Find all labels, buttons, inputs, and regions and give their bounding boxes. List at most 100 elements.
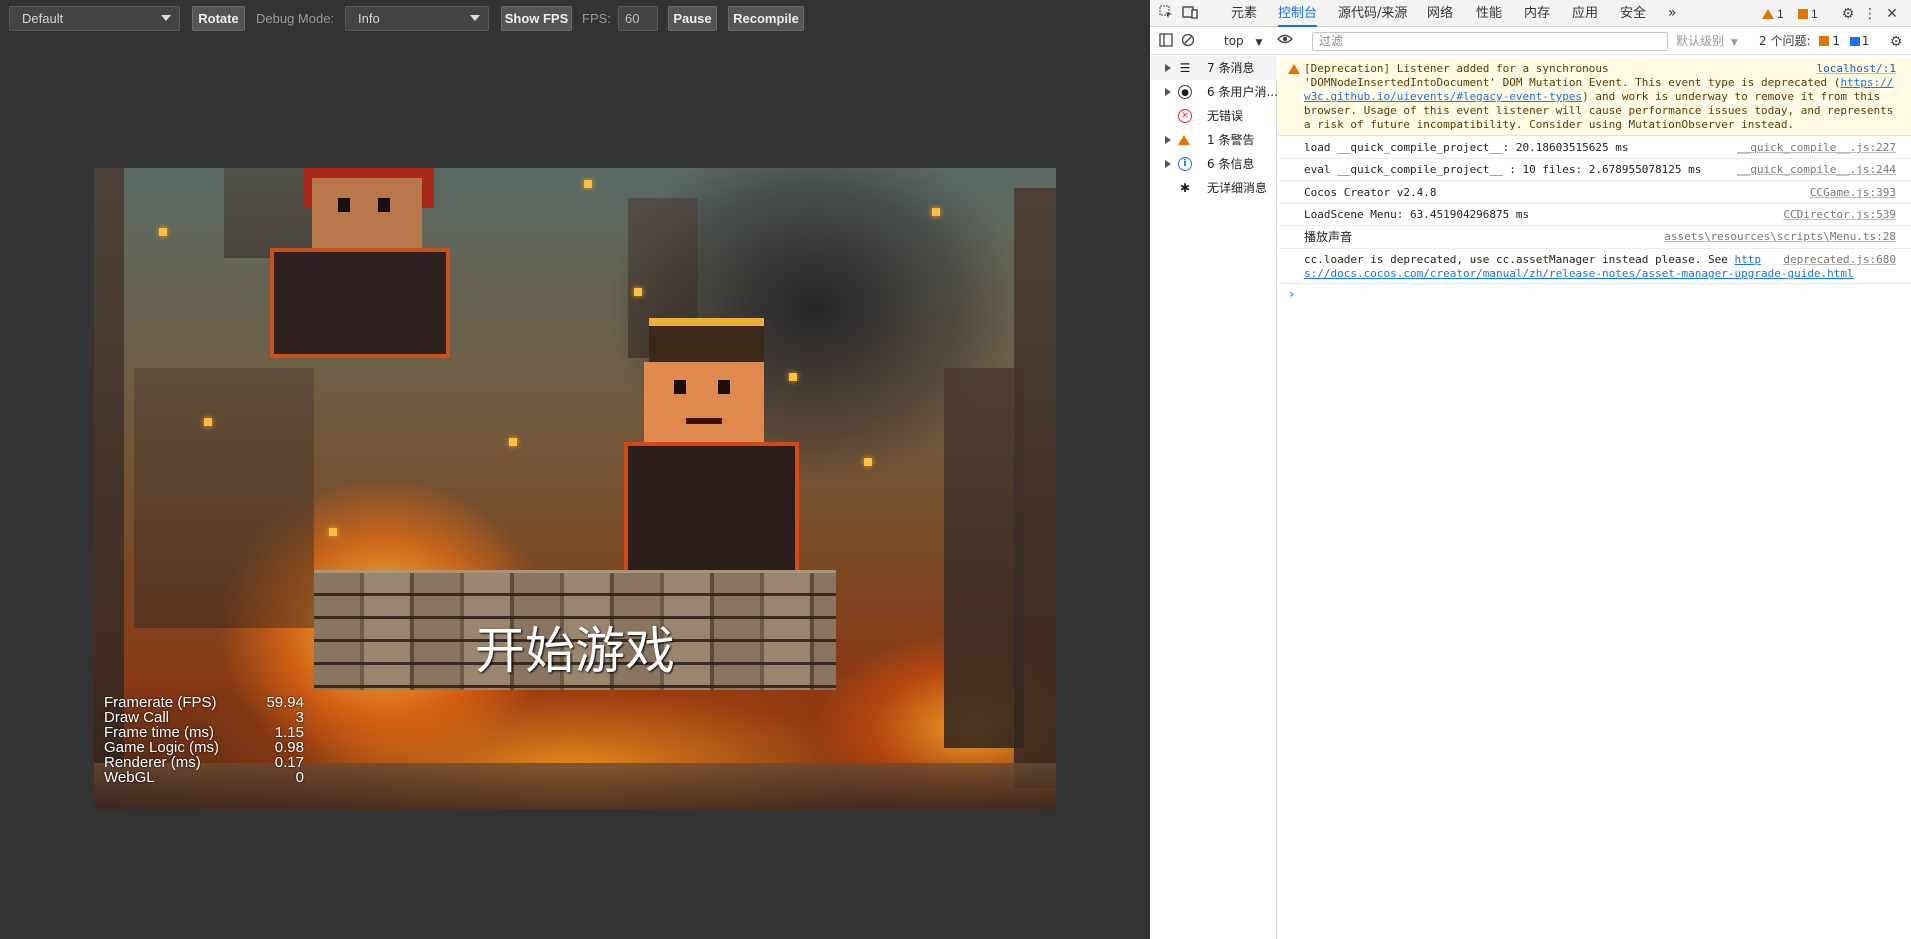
issue-flag-icon bbox=[1819, 36, 1830, 46]
message-source-link[interactable]: CCGame.js:393 bbox=[1810, 186, 1896, 200]
rotate-button[interactable]: Rotate bbox=[192, 6, 245, 31]
console-messages: [Deprecation] Listener added for a synch… bbox=[1278, 56, 1911, 939]
tab-network[interactable]: 网络 bbox=[1427, 0, 1453, 27]
building-far-right bbox=[1014, 188, 1056, 788]
ember bbox=[584, 180, 592, 188]
sidebar-toggle-icon[interactable] bbox=[1158, 33, 1174, 49]
message-text: cc.loader is deprecated, use cc.assetMan… bbox=[1304, 253, 1761, 267]
issues-warn-count: 1 bbox=[1832, 34, 1840, 48]
issue-flag-icon bbox=[1798, 9, 1808, 19]
sidebar-item-info[interactable]: i 6 条信息 bbox=[1150, 152, 1277, 176]
message-source-link[interactable]: CCDirector.js:539 bbox=[1783, 208, 1896, 222]
message-text: [Deprecation] Listener added for a synch… bbox=[1304, 62, 1609, 75]
tab-elements[interactable]: 元素 bbox=[1231, 0, 1257, 27]
stat-name: Frame time (ms) bbox=[104, 724, 214, 741]
debug-mode-value: Info bbox=[358, 11, 380, 26]
stat-row: Draw Call 3 bbox=[104, 710, 304, 725]
user-icon: ● bbox=[1178, 85, 1192, 99]
sidebar-item-errors[interactable]: ✕ 无错误 bbox=[1150, 104, 1277, 128]
eye-icon[interactable] bbox=[1277, 33, 1293, 49]
message-link[interactable]: s://docs.cocos.com/creator/manual/zh/rel… bbox=[1304, 267, 1854, 280]
show-fps-button[interactable]: Show FPS bbox=[501, 6, 572, 31]
clear-console-icon[interactable] bbox=[1180, 33, 1196, 49]
warning-count-badge[interactable]: 1 bbox=[1762, 6, 1784, 22]
message-source-link[interactable]: __quick_compile__.js:244 bbox=[1737, 163, 1896, 177]
tab-memory[interactable]: 内存 bbox=[1524, 0, 1550, 27]
debug-mode-select[interactable]: Info bbox=[345, 6, 489, 31]
fps-stats-panel: Framerate (FPS) 59.94 Draw Call 3 Frame … bbox=[104, 695, 304, 785]
tab-application[interactable]: 应用 bbox=[1572, 0, 1598, 27]
close-icon[interactable]: ✕ bbox=[1884, 5, 1900, 21]
stat-value: 0 bbox=[295, 769, 304, 786]
issues-info-count: 1 bbox=[1861, 34, 1870, 48]
fps-input[interactable]: 60 bbox=[618, 6, 658, 31]
sidebar-item-warnings[interactable]: 1 条警告 bbox=[1150, 128, 1277, 152]
message-link[interactable]: https:// bbox=[1840, 76, 1893, 89]
console-message-warning[interactable]: [Deprecation] Listener added for a synch… bbox=[1278, 58, 1911, 136]
ember bbox=[932, 208, 940, 216]
issue-count-badge[interactable]: 1 bbox=[1798, 6, 1818, 22]
message-text: eval __quick_compile_project__ : 10 file… bbox=[1304, 163, 1702, 176]
message-link[interactable]: http bbox=[1734, 253, 1761, 266]
console-message[interactable]: LoadScene Menu: 63.451904296875 ms CCDir… bbox=[1278, 204, 1911, 226]
body bbox=[624, 442, 799, 587]
expand-arrow-icon[interactable] bbox=[1165, 64, 1171, 72]
console-message[interactable]: eval __quick_compile_project__ : 10 file… bbox=[1278, 159, 1911, 181]
game-canvas[interactable]: 开始游戏 Framerate (FPS) 59.94 Draw Call 3 F… bbox=[94, 168, 1056, 809]
message-source-link[interactable]: __quick_compile__.js:227 bbox=[1737, 141, 1896, 155]
face bbox=[644, 362, 764, 442]
stat-name: WebGL bbox=[104, 769, 155, 786]
console-settings-icon[interactable]: ⚙ bbox=[1888, 33, 1904, 49]
more-vert-icon[interactable]: ⋮ bbox=[1862, 5, 1878, 21]
device-toolbar-icon[interactable] bbox=[1182, 5, 1198, 21]
device-select-value: Default bbox=[22, 11, 64, 26]
expand-arrow-icon[interactable] bbox=[1165, 88, 1171, 96]
stat-name: Game Logic (ms) bbox=[104, 739, 220, 756]
log-level-select[interactable]: 默认级别 ▼ bbox=[1676, 28, 1738, 55]
sidebar-item-user-messages[interactable]: ● 6 条用户消... bbox=[1150, 80, 1278, 104]
sidebar-item-label: 6 条信息 bbox=[1207, 157, 1255, 171]
context-select[interactable]: top ▼ bbox=[1224, 28, 1262, 55]
message-source-link[interactable]: deprecated.js:680 bbox=[1783, 253, 1896, 267]
pause-button[interactable]: Pause bbox=[668, 6, 717, 31]
more-tabs-button[interactable]: » bbox=[1668, 0, 1677, 27]
context-value: top bbox=[1224, 34, 1244, 48]
game-preview-panel: Default Rotate Debug Mode: Info Show FPS… bbox=[0, 0, 1150, 939]
device-select[interactable]: Default bbox=[9, 6, 180, 31]
console-message[interactable]: load __quick_compile_project__: 20.18603… bbox=[1278, 137, 1911, 159]
start-game-button[interactable]: 开始游戏 bbox=[314, 570, 836, 690]
console-message[interactable]: Cocos Creator v2.4.8 CCGame.js:393 bbox=[1278, 182, 1911, 204]
sidebar-item-messages[interactable]: ☰ 7 条消息 bbox=[1150, 56, 1277, 80]
expand-arrow-icon[interactable] bbox=[1165, 160, 1171, 168]
chevron-down-icon: ▼ bbox=[1730, 38, 1738, 48]
warning-icon bbox=[1178, 133, 1192, 147]
message-link[interactable]: w3c.github.io/uievents/#legacy-event-typ… bbox=[1304, 90, 1582, 103]
console-filter-input[interactable]: 过滤 bbox=[1312, 32, 1668, 51]
message-text: a risk of future incompatibility. Consid… bbox=[1304, 118, 1795, 131]
console-toolbar: top ▼ 过滤 默认级别 ▼ 2 个问题: 1 1 ⚙ bbox=[1150, 28, 1911, 55]
devtools-panel: 元素 控制台 源代码/来源 网络 性能 内存 应用 安全 » 1 1 ⚙ ⋮ ✕… bbox=[1150, 0, 1911, 939]
inspect-element-icon[interactable] bbox=[1158, 5, 1174, 21]
message-text: browser. Usage of this event listener wi… bbox=[1304, 104, 1894, 117]
console-message[interactable]: cc.loader is deprecated, use cc.assetMan… bbox=[1278, 249, 1911, 284]
recompile-button[interactable]: Recompile bbox=[728, 6, 804, 31]
warning-icon bbox=[1288, 64, 1300, 74]
info-icon: i bbox=[1178, 157, 1192, 171]
console-message[interactable]: 播放声音 assets\resources\scripts\Menu.ts:28 bbox=[1278, 226, 1911, 249]
gear-icon[interactable]: ⚙ bbox=[1840, 5, 1856, 21]
tab-sources[interactable]: 源代码/来源 bbox=[1338, 0, 1407, 27]
ember bbox=[864, 458, 872, 466]
tab-security[interactable]: 安全 bbox=[1620, 0, 1646, 27]
tab-performance[interactable]: 性能 bbox=[1476, 0, 1502, 27]
error-icon: ✕ bbox=[1178, 109, 1192, 123]
sidebar-item-verbose[interactable]: ✱ 无详细消息 bbox=[1150, 176, 1277, 200]
stat-value: 0.17 bbox=[274, 754, 304, 771]
start-game-label: 开始游戏 bbox=[475, 622, 675, 680]
message-source-link[interactable]: localhost/:1 bbox=[1817, 62, 1896, 76]
tab-console[interactable]: 控制台 bbox=[1278, 0, 1318, 27]
stat-value: 3 bbox=[295, 709, 304, 726]
console-prompt[interactable]: › bbox=[1288, 287, 1295, 301]
message-source-link[interactable]: assets\resources\scripts\Menu.ts:28 bbox=[1664, 230, 1896, 244]
issues-link[interactable]: 2 个问题: 1 1 bbox=[1759, 28, 1869, 55]
expand-arrow-icon[interactable] bbox=[1165, 136, 1171, 144]
